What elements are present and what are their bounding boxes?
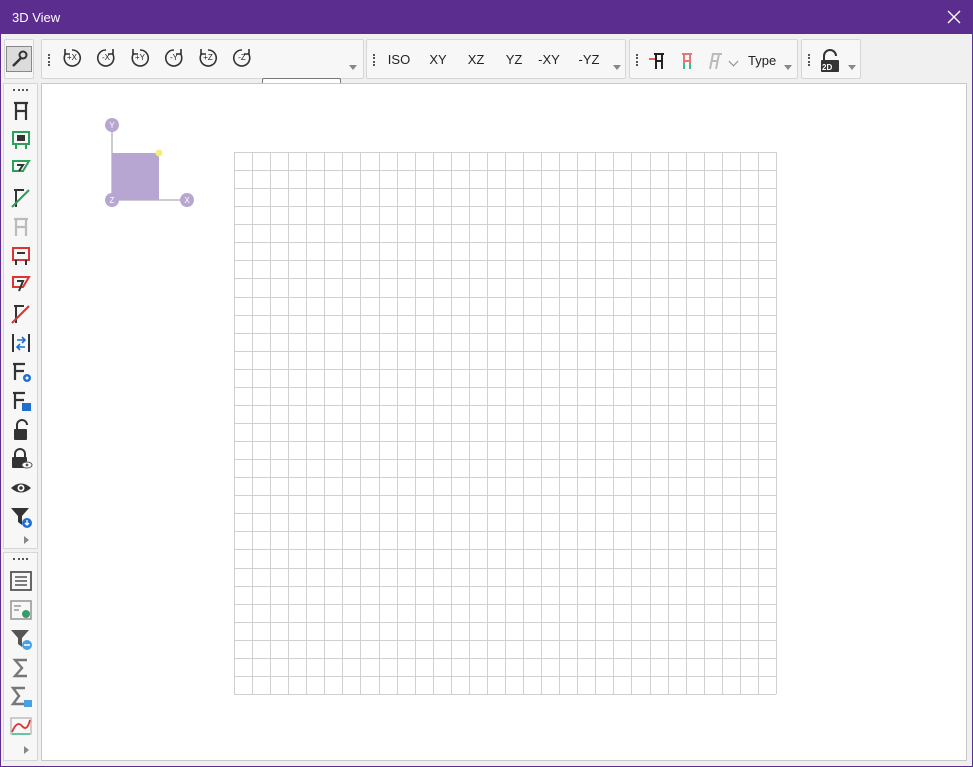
view-iso-button[interactable]: ISO bbox=[384, 52, 414, 67]
rotate-axis-label: +Y bbox=[134, 53, 145, 62]
close-icon[interactable] bbox=[944, 7, 964, 27]
y-axis-label: Y bbox=[109, 121, 115, 130]
diagram-icon[interactable] bbox=[9, 714, 33, 738]
wrench-icon[interactable] bbox=[6, 46, 32, 72]
more-icon[interactable] bbox=[24, 536, 29, 544]
lock-view-icon[interactable] bbox=[9, 447, 33, 471]
toolbar-grip[interactable] bbox=[13, 558, 28, 560]
rotate-plus-y-button[interactable]: +Y bbox=[127, 45, 153, 71]
rotate-plus-z-button[interactable]: +Z bbox=[195, 45, 221, 71]
left-toolbar-results bbox=[3, 552, 38, 761]
toolbar-grip[interactable] bbox=[13, 89, 28, 91]
window-title: 3D View bbox=[12, 10, 61, 25]
rotate-axis-label: -Y bbox=[170, 53, 178, 62]
unlock-icon[interactable] bbox=[9, 418, 33, 442]
view-xz-button[interactable]: XZ bbox=[461, 52, 491, 67]
toolbar-grip[interactable] bbox=[808, 54, 811, 66]
x-axis-label: X bbox=[184, 196, 190, 205]
axis-corner-dot bbox=[155, 149, 163, 157]
toolbar-grip[interactable] bbox=[636, 54, 639, 66]
tools-group bbox=[4, 39, 34, 79]
chevron-down-icon[interactable] bbox=[728, 56, 739, 67]
z-axis-label: Z bbox=[110, 196, 115, 205]
italic-member-icon[interactable] bbox=[702, 48, 728, 74]
filter-icon[interactable] bbox=[9, 505, 33, 529]
mode-badge: 2D bbox=[822, 63, 833, 72]
table-icon[interactable] bbox=[9, 569, 33, 593]
chevron-down-icon[interactable] bbox=[848, 65, 856, 70]
color-display-icon[interactable] bbox=[674, 48, 700, 74]
display-group: Type bbox=[629, 39, 798, 79]
type-label[interactable]: Type bbox=[748, 53, 776, 68]
axis-plane bbox=[112, 153, 159, 200]
solid-red-icon[interactable] bbox=[9, 273, 33, 297]
sum-table-icon[interactable] bbox=[9, 685, 33, 709]
lock-group: 2D bbox=[801, 39, 861, 79]
grid bbox=[234, 152, 777, 695]
member-save-icon[interactable] bbox=[9, 389, 33, 413]
view-neg-yz-button[interactable]: -YZ bbox=[574, 52, 604, 67]
rotate-axis-label: -X bbox=[102, 53, 110, 62]
chevron-down-icon[interactable] bbox=[349, 65, 357, 70]
line-section-icon[interactable] bbox=[9, 186, 33, 210]
rotate-minus-z-button[interactable]: -Z bbox=[229, 45, 255, 71]
rotate-plus-x-button[interactable]: +X bbox=[59, 45, 85, 71]
chevron-down-icon[interactable] bbox=[784, 65, 792, 70]
toolbar-grip[interactable] bbox=[373, 54, 376, 66]
toolbar: +X-X+Y-Y+Z-Z 45 ° ISOXYXZYZ-XY-YZ Type bbox=[1, 37, 972, 110]
view-neg-xy-button[interactable]: -XY bbox=[534, 52, 564, 67]
sum-icon[interactable] bbox=[9, 656, 33, 680]
rotate-minus-x-button[interactable]: -X bbox=[93, 45, 119, 71]
view-yz-button[interactable]: YZ bbox=[499, 52, 529, 67]
member-icon[interactable] bbox=[9, 99, 33, 123]
member-settings-icon[interactable] bbox=[9, 360, 33, 384]
surface-icon[interactable] bbox=[9, 128, 33, 152]
rotate-axis-label: +Z bbox=[203, 53, 213, 62]
member-disabled-icon[interactable] bbox=[9, 215, 33, 239]
axis-indicator[interactable]: Y X Z bbox=[100, 116, 200, 216]
more-icon[interactable] bbox=[24, 746, 29, 754]
chevron-down-icon[interactable] bbox=[613, 65, 621, 70]
report-icon[interactable] bbox=[9, 598, 33, 622]
window: 3D View +X-X+Y-Y+Z-Z 45 ° ISOXYXZYZ-XY-Y… bbox=[0, 0, 973, 767]
rotate-minus-y-button[interactable]: -Y bbox=[161, 45, 187, 71]
line-red-icon[interactable] bbox=[9, 302, 33, 326]
title-bar: 3D View bbox=[1, 1, 972, 34]
toolbar-grip[interactable] bbox=[48, 54, 51, 66]
filter-results-icon[interactable] bbox=[9, 627, 33, 651]
3d-viewport[interactable]: Y X Z bbox=[41, 83, 967, 761]
rotate-axis-label: -Z bbox=[238, 53, 246, 62]
transfer-icon[interactable] bbox=[9, 331, 33, 355]
view-xy-button[interactable]: XY bbox=[423, 52, 453, 67]
rotate-axis-label: +X bbox=[66, 53, 77, 62]
surface-red-icon[interactable] bbox=[9, 244, 33, 268]
eye-icon[interactable] bbox=[9, 476, 33, 500]
lock-2d-button[interactable]: 2D bbox=[817, 48, 843, 74]
member-display-icon[interactable] bbox=[646, 48, 672, 74]
solid-icon[interactable] bbox=[9, 157, 33, 181]
left-toolbar-display bbox=[3, 83, 38, 549]
